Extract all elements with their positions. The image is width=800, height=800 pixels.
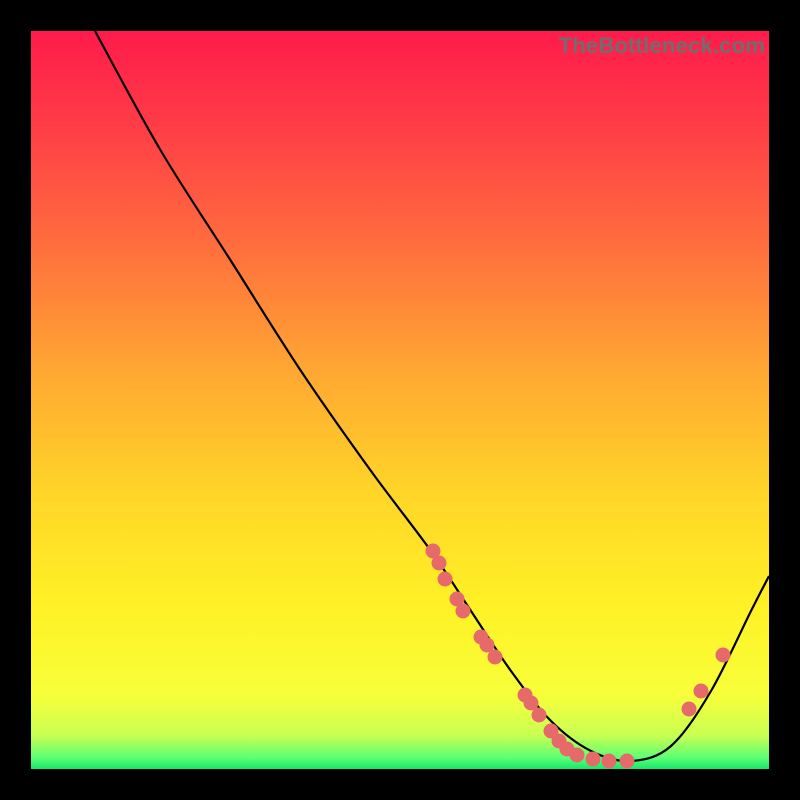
scatter-dot [682,702,697,717]
scatter-dot [716,648,731,663]
scatter-dots [426,544,731,769]
scatter-dot [586,752,601,767]
chart-frame: TheBottleneck.com [31,31,769,769]
scatter-dot [532,708,547,723]
scatter-dot [620,754,635,769]
scatter-dot [488,650,503,665]
scatter-dot [456,604,471,619]
scatter-dot [694,684,709,699]
chart-plot [31,31,769,769]
scatter-dot [570,748,585,763]
bottleneck-curve [95,31,769,761]
scatter-dot [438,572,453,587]
watermark-text: TheBottleneck.com [559,33,765,59]
scatter-dot [432,556,447,571]
scatter-dot [602,754,617,769]
